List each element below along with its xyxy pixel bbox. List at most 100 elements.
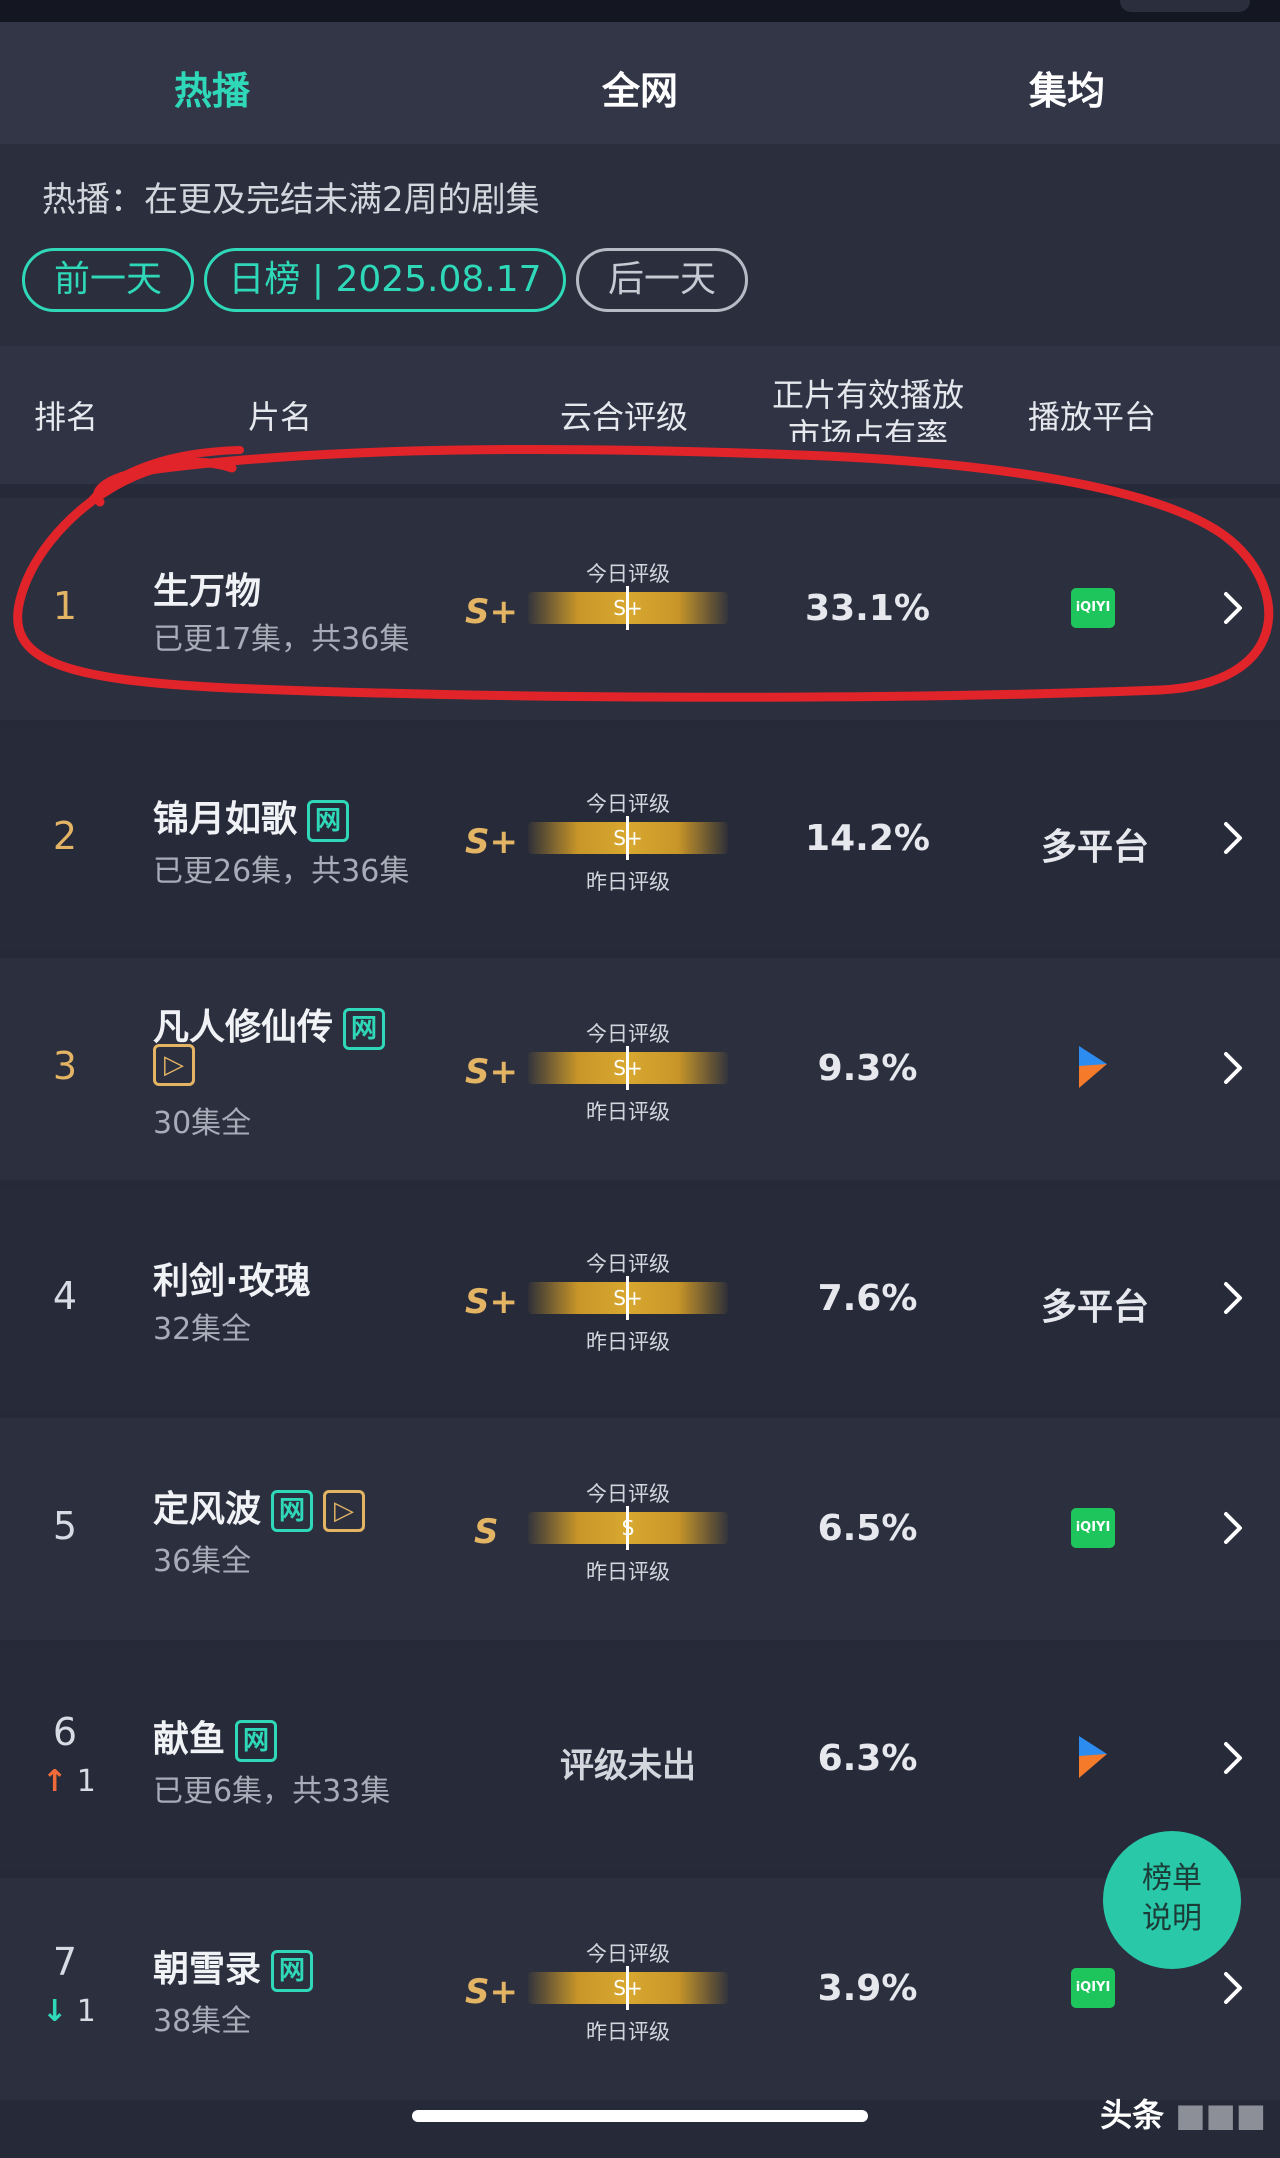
today-rating-label: 今日评级 — [586, 1022, 670, 1046]
tab-hot[interactable]: 热播 — [112, 60, 312, 115]
episode-info: 已更26集，共36集 — [153, 854, 410, 889]
rating-bar-label: S+ — [613, 826, 643, 850]
rank-number: 5 — [52, 1504, 78, 1548]
show-title: 锦月如歌网 — [153, 790, 350, 842]
rating-grade: S+ — [465, 1972, 518, 2012]
rank-number: 3 — [52, 1044, 78, 1088]
show-title: 生万物 — [153, 571, 262, 612]
episode-info: 30集全 — [153, 1106, 252, 1141]
rank-number: 6 — [52, 1710, 78, 1754]
rating-bar: S+ — [528, 586, 728, 630]
rating-grade: S — [474, 1512, 499, 1552]
table-row[interactable]: 5 定风波网 ▷ 36集全 S 今日评级 S 昨日评级 6.5% iQIYI — [0, 1418, 1280, 1640]
show-title-text: 献鱼 — [153, 1719, 226, 1760]
show-title: 朝雪录网 — [153, 1940, 314, 1992]
watermark: 头条 ■■■ — [1100, 2090, 1266, 2136]
market-share: 14.2% — [805, 818, 930, 859]
web-badge: 网 — [235, 1720, 278, 1762]
rating-bar: S+ — [528, 1046, 728, 1090]
next-day-button[interactable]: 后一天 — [576, 248, 748, 312]
prev-day-button[interactable]: 前一天 — [22, 248, 194, 312]
tab-bar: 热播 全网 集均 — [0, 22, 1280, 158]
rating-bar-label: S+ — [613, 596, 643, 620]
chevron-right-icon[interactable] — [1218, 818, 1248, 858]
market-share: 6.5% — [817, 1508, 918, 1549]
tencent-video-icon — [1079, 1046, 1107, 1088]
table-row[interactable]: 2 锦月如歌网 已更26集，共36集 S+ 今日评级 S+ 昨日评级 14.2%… — [0, 728, 1280, 950]
yesterday-rating-label: 昨日评级 — [586, 1330, 670, 1354]
rating-bar-label: S+ — [613, 1286, 643, 1310]
table-row[interactable]: 4 利剑·玫瑰 32集全 S+ 今日评级 S+ 昨日评级 7.6% 多平台 — [0, 1188, 1280, 1410]
table-header: 排名 片名 云合评级 正片有效播放 市场占有率 播放平台 — [0, 346, 1280, 484]
rating-bar-label: S+ — [613, 1056, 643, 1080]
rank-number: 2 — [52, 814, 78, 858]
table-row[interactable]: 3 凡人修仙传网 ▷ 30集全 S+ 今日评级 S+ 昨日评级 9.3% — [0, 958, 1280, 1180]
ranking-description: 热播：在更及完结未满2周的剧集 — [42, 180, 540, 220]
tab-episode-average[interactable]: 集均 — [967, 60, 1167, 115]
play-badge-line: ▷ — [153, 1044, 195, 1086]
arrow-down-icon: ↓ — [42, 1994, 68, 2029]
today-rating-label: 今日评级 — [586, 792, 670, 816]
yesterday-rating-label: 昨日评级 — [586, 1100, 670, 1124]
rating-pending: 评级未出 — [560, 1746, 696, 1786]
tab-all-network[interactable]: 全网 — [540, 60, 740, 115]
rank-number: 7 — [52, 1940, 78, 1984]
today-rating-label: 今日评级 — [586, 1942, 670, 1966]
chevron-right-icon[interactable] — [1218, 1048, 1248, 1088]
chevron-right-icon[interactable] — [1218, 1968, 1248, 2008]
date-selector[interactable]: 日榜 | 2025.08.17 — [204, 248, 566, 312]
yesterday-rating-label: 昨日评级 — [586, 2020, 670, 2044]
episode-info: 已更17集，共36集 — [153, 622, 410, 657]
exclusive-play-badge: ▷ — [323, 1490, 366, 1532]
chevron-right-icon[interactable] — [1218, 1278, 1248, 1318]
rating-bar: S+ — [528, 1276, 728, 1320]
rating-bar: S+ — [528, 816, 728, 860]
chevron-right-icon[interactable] — [1218, 588, 1248, 628]
show-title-text: 朝雪录 — [153, 1949, 262, 1990]
web-badge: 网 — [343, 1008, 386, 1050]
table-row[interactable]: 7 ↓ 1 朝雪录网 38集全 S+ 今日评级 S+ 昨日评级 3.9% iQI… — [0, 1878, 1280, 2100]
col-share-line2: 市场占有率 — [788, 416, 949, 442]
today-rating-label: 今日评级 — [586, 1252, 670, 1276]
table-row[interactable]: 6 ↑ 1 献鱼网 已更6集，共33集 评级未出 6.3% — [0, 1648, 1280, 1870]
rank-change: ↓ 1 — [42, 1994, 96, 2029]
fab-line2: 说明 — [1142, 1901, 1202, 1936]
rating-grade: S+ — [465, 822, 518, 862]
rank-change: ↑ 1 — [42, 1764, 96, 1799]
rating-bar-label: S+ — [613, 1976, 643, 2000]
rating-bar-label: S — [621, 1516, 635, 1540]
web-badge: 网 — [271, 1490, 314, 1532]
home-indicator — [412, 2110, 868, 2122]
rating-grade: S+ — [465, 592, 518, 632]
exclusive-play-badge: ▷ — [153, 1044, 195, 1086]
table-row[interactable]: 1 生万物 已更17集，共36集 S+ 今日评级 S+ 33.1% iQIYI — [0, 498, 1280, 720]
top-pill — [1120, 0, 1250, 12]
iqiyi-icon: iQIYI — [1071, 1968, 1115, 2008]
yesterday-rating-label: 昨日评级 — [586, 870, 670, 894]
rating-grade: S+ — [465, 1282, 518, 1322]
rank-number: 4 — [52, 1274, 78, 1318]
episode-info: 已更6集，共33集 — [153, 1774, 391, 1809]
market-share: 6.3% — [817, 1738, 918, 1779]
market-share: 7.6% — [817, 1278, 918, 1319]
chevron-right-icon[interactable] — [1218, 1508, 1248, 1548]
chevron-right-icon[interactable] — [1218, 1738, 1248, 1778]
ranking-explanation-button[interactable]: 榜单 说明 — [1103, 1831, 1241, 1969]
platform-label: 多平台 — [1040, 827, 1149, 868]
yesterday-rating-label: 昨日评级 — [586, 1560, 670, 1584]
episode-info: 36集全 — [153, 1544, 252, 1579]
show-title-text: 定风波 — [153, 1489, 262, 1530]
rank-number: 1 — [52, 584, 78, 628]
market-share: 3.9% — [817, 1968, 918, 2009]
today-rating-label: 今日评级 — [586, 562, 670, 586]
platform-label: 多平台 — [1040, 1287, 1149, 1328]
episode-info: 32集全 — [153, 1312, 252, 1347]
show-title: 献鱼网 — [153, 1710, 278, 1762]
arrow-up-icon: ↑ — [42, 1764, 68, 1799]
iqiyi-icon: iQIYI — [1071, 588, 1115, 628]
market-share: 9.3% — [817, 1048, 918, 1089]
rank-change-value: 1 — [76, 1994, 96, 2029]
col-rating: 云合评级 — [560, 398, 689, 436]
col-rank: 排名 — [34, 398, 99, 436]
episode-info: 38集全 — [153, 2004, 252, 2039]
